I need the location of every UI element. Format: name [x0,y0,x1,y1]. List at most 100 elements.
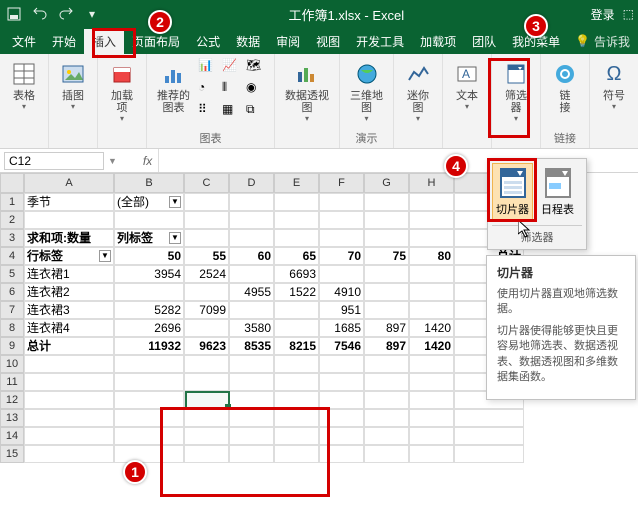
cell[interactable] [24,211,114,229]
cell[interactable] [229,409,274,427]
cell[interactable] [229,373,274,391]
cell[interactable] [319,391,364,409]
3dmap-button[interactable]: 三维地 图 ▾ [346,58,387,128]
cell[interactable] [114,409,184,427]
cell[interactable] [229,265,274,283]
cell[interactable] [319,373,364,391]
cell[interactable] [364,409,409,427]
cell[interactable] [274,373,319,391]
cell[interactable]: 2696 [114,319,184,337]
cell[interactable]: 1420 [409,319,454,337]
cell[interactable]: 2524 [184,265,229,283]
filter-dropdown-icon[interactable]: ▼ [99,250,111,262]
row-header[interactable]: 4 [0,247,24,265]
cell[interactable] [364,265,409,283]
cell[interactable]: 求和项:数量 [24,229,114,247]
select-all-corner[interactable] [0,173,24,193]
row-header[interactable]: 12 [0,391,24,409]
scatter-chart-icon[interactable]: ⠿ [198,102,220,122]
cell[interactable]: 70 [319,247,364,265]
cell[interactable]: 8535 [229,337,274,355]
filter-button[interactable]: 筛选 器 ▾ [498,58,534,146]
row-header[interactable]: 3 [0,229,24,247]
cell[interactable] [24,373,114,391]
cell[interactable]: 连衣裙3 [24,301,114,319]
cell[interactable]: 连衣裙1 [24,265,114,283]
cell[interactable] [409,391,454,409]
cell[interactable]: 9623 [184,337,229,355]
cell[interactable]: 1522 [274,283,319,301]
cell[interactable] [364,445,409,463]
cell[interactable]: 7546 [319,337,364,355]
row-header[interactable]: 13 [0,409,24,427]
filter-dropdown-icon[interactable]: ▼ [169,232,181,244]
row-header[interactable]: 7 [0,301,24,319]
cell[interactable]: 3954 [114,265,184,283]
menu-开始[interactable]: 开始 [44,29,84,54]
tables-button[interactable]: 表格 ▾ [6,58,42,146]
map-chart-icon[interactable]: 🗺 [246,58,268,78]
cell[interactable]: 5282 [114,301,184,319]
cell[interactable] [409,427,454,445]
login-link[interactable]: 登录 [591,6,615,23]
cell[interactable] [24,409,114,427]
cell[interactable] [184,445,229,463]
row-header[interactable]: 9 [0,337,24,355]
cell[interactable] [409,283,454,301]
row-header[interactable]: 8 [0,319,24,337]
col-header[interactable]: D [229,173,274,193]
surface-chart-icon[interactable]: ▦ [222,102,244,122]
bar-chart-icon[interactable]: 📊 [198,58,220,78]
slicer-menu-item[interactable]: 切片器 [492,163,533,221]
cell[interactable]: 80 [409,247,454,265]
stat-chart-icon[interactable]: ⫴ [222,80,244,100]
cell[interactable] [319,229,364,247]
cell[interactable] [114,355,184,373]
cell[interactable]: 951 [319,301,364,319]
cell[interactable] [114,283,184,301]
cell[interactable] [409,301,454,319]
cell[interactable] [229,193,274,211]
cell[interactable] [184,319,229,337]
col-header[interactable]: A [24,173,114,193]
undo-icon[interactable] [30,4,50,24]
cell[interactable] [319,445,364,463]
menu-视图[interactable]: 视图 [308,29,348,54]
cell[interactable] [184,211,229,229]
menu-数据[interactable]: 数据 [228,29,268,54]
menu-文件[interactable]: 文件 [4,29,44,54]
text-button[interactable]: A 文本 ▾ [449,58,485,146]
cell[interactable] [24,391,114,409]
cell[interactable] [184,409,229,427]
cell[interactable] [274,319,319,337]
cell[interactable] [364,355,409,373]
save-icon[interactable] [4,4,24,24]
cell[interactable] [184,355,229,373]
cell[interactable] [364,301,409,319]
redo-icon[interactable] [56,4,76,24]
cell[interactable] [229,229,274,247]
cell[interactable] [229,211,274,229]
name-box[interactable] [4,152,104,170]
cell[interactable] [319,355,364,373]
qat-dropdown-icon[interactable]: ▾ [82,4,102,24]
cell[interactable]: 3580 [229,319,274,337]
cell[interactable] [364,283,409,301]
col-header[interactable]: H [409,173,454,193]
cell[interactable]: 总计 [24,337,114,355]
cell[interactable] [114,373,184,391]
cell[interactable]: 55 [184,247,229,265]
filter-dropdown-icon[interactable]: ▼ [169,196,181,208]
cell[interactable]: 11932 [114,337,184,355]
cell[interactable]: 75 [364,247,409,265]
menu-开发工具[interactable]: 开发工具 [348,29,412,54]
cell[interactable] [274,193,319,211]
cell[interactable] [184,427,229,445]
row-header[interactable]: 15 [0,445,24,463]
cell[interactable]: 60 [229,247,274,265]
cell[interactable]: 4910 [319,283,364,301]
cell[interactable]: 8215 [274,337,319,355]
cell[interactable] [364,229,409,247]
row-header[interactable]: 1 [0,193,24,211]
cell[interactable] [364,427,409,445]
